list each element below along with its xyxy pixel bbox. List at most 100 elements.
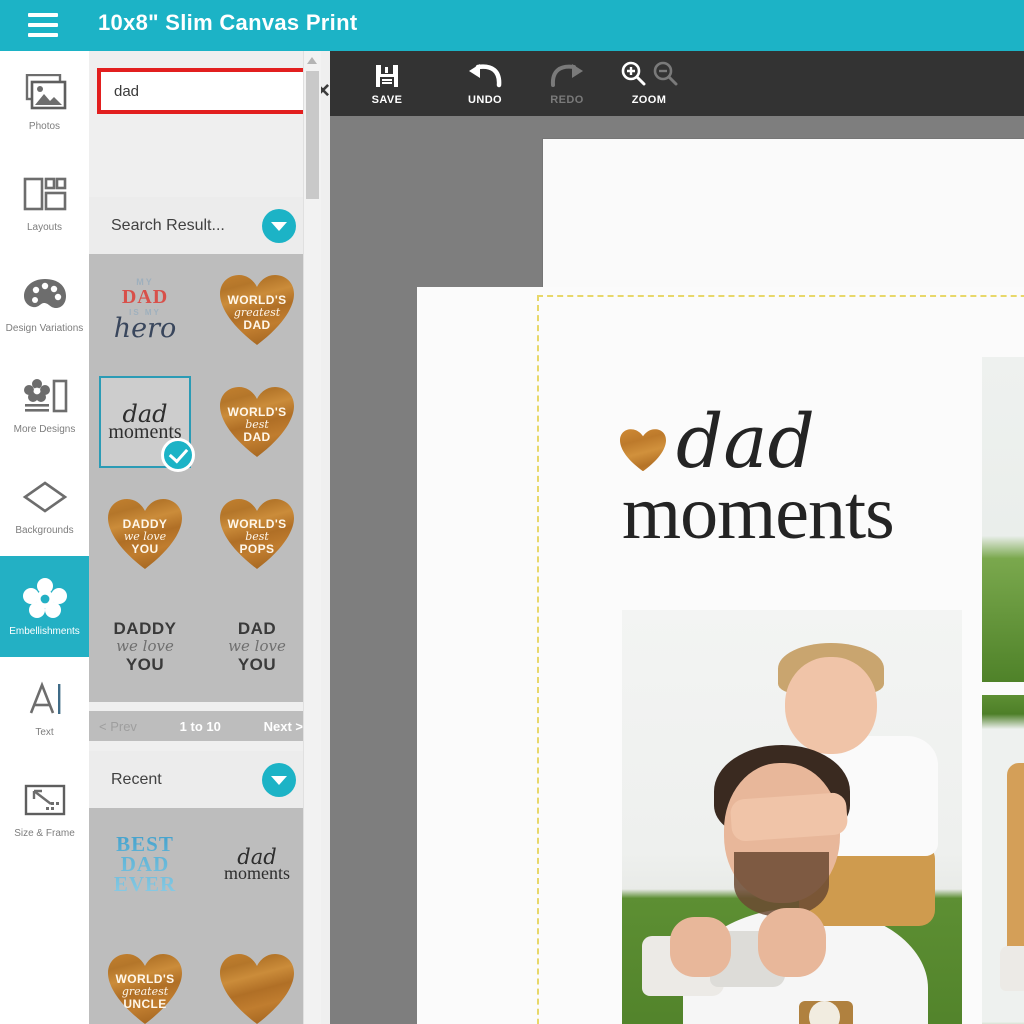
thumb-text: we love <box>123 529 167 543</box>
next-page-button[interactable]: Next > <box>264 719 303 734</box>
panel-scrollbar[interactable] <box>303 51 321 1024</box>
hamburger-menu-icon[interactable] <box>28 13 58 37</box>
embellishment-thumb[interactable]: WORLD'S best POPS <box>201 478 313 590</box>
embellishment-thumb[interactable]: DAD we love YOU <box>201 590 313 702</box>
chevron-down-icon[interactable] <box>262 762 296 797</box>
thumb-text: hero <box>113 313 177 344</box>
wooden-heart-icon: WORLD'S greatest UNCLE <box>108 954 182 1024</box>
thumb-text: YOU <box>237 654 277 674</box>
wooden-heart-icon <box>620 429 666 471</box>
thumb-text: POPS <box>239 541 275 556</box>
sidebar-nav: Photos Layouts Design Variations More De… <box>0 51 90 1024</box>
search-results-title: Search Result... <box>111 216 225 234</box>
embellishment-thumb[interactable]: WORLD'S greatest DAD <box>201 254 313 366</box>
embellishment-thumb[interactable] <box>201 933 313 1024</box>
sidebar-item-size-frame[interactable]: Size & Frame <box>0 758 89 859</box>
text-icon <box>22 678 68 720</box>
photos-icon <box>22 72 68 114</box>
thumb-text: DAD <box>121 286 169 308</box>
thumb-text: DAD <box>243 317 271 332</box>
redo-label: REDO <box>550 93 584 106</box>
thumb-text: greatest <box>121 984 169 998</box>
save-button[interactable]: SAVE <box>352 51 422 116</box>
embellishment-thumb[interactable]: MY DAD IS MY hero <box>89 254 201 366</box>
thumb-text: DADDY <box>122 516 168 531</box>
more-designs-icon <box>22 375 68 417</box>
embellishment-thumb[interactable]: BEST DAD EVER <box>89 808 201 920</box>
wooden-heart-icon: WORLD'S best POPS <box>220 499 294 569</box>
zoom-out-icon[interactable] <box>652 60 678 91</box>
embellishment-thumb-selected[interactable]: dad moments <box>89 366 201 478</box>
sidebar-item-text[interactable]: Text <box>0 657 89 758</box>
sidebar-item-label: Embellishments <box>9 625 80 637</box>
photo-father-and-son[interactable] <box>622 610 962 1024</box>
sidebar-item-label: Design Variations <box>5 322 84 334</box>
thumb-text: BEST <box>116 831 174 856</box>
sidebar-item-label: Text <box>35 726 54 738</box>
search-results-header[interactable]: Search Result... <box>89 197 313 254</box>
embellishment-thumb[interactable]: WORLD'S best DAD <box>201 366 313 478</box>
save-label: SAVE <box>371 93 403 106</box>
embellishment-thumb[interactable]: DADDY we love YOU <box>89 590 201 702</box>
wooden-heart-icon: WORLD'S best DAD <box>220 387 294 457</box>
sidebar-item-backgrounds[interactable]: Backgrounds <box>0 455 89 556</box>
undo-arrow-icon <box>468 62 502 90</box>
embellishment-thumb[interactable]: dad moments <box>201 808 313 920</box>
canvas-design: dad moments <box>537 297 1024 1024</box>
layouts-icon <box>22 173 68 215</box>
scrollbar-thumb[interactable] <box>306 71 319 199</box>
thumb-text: WORLD'S <box>227 516 287 531</box>
selected-check-icon <box>161 438 195 472</box>
hamburger-bar <box>28 13 58 17</box>
wooden-heart-icon <box>220 954 294 1024</box>
diamond-icon <box>22 476 68 518</box>
size-frame-icon <box>22 779 68 821</box>
recent-section-header[interactable]: Recent <box>89 751 313 808</box>
search-input[interactable] <box>101 71 315 111</box>
page-range-label: 1 to 10 <box>179 718 221 734</box>
hamburger-bar <box>28 23 58 27</box>
chevron-down-icon[interactable] <box>262 208 296 243</box>
undo-label: UNDO <box>468 93 502 106</box>
canvas-title-line1: dad <box>676 399 815 485</box>
undo-button[interactable]: UNDO <box>450 51 520 116</box>
redo-button[interactable]: REDO <box>532 51 602 116</box>
sidebar-item-label: Photos <box>28 120 61 132</box>
thumb-text: DAD <box>243 429 271 444</box>
sidebar-item-label: More Designs <box>13 423 76 435</box>
search-highlight-box: ✕ <box>97 68 330 114</box>
flower-icon <box>22 577 68 619</box>
sidebar-item-label: Backgrounds <box>15 524 74 536</box>
photo-child-arms-up[interactable] <box>982 357 1024 682</box>
scroll-up-arrow-icon[interactable] <box>307 57 317 64</box>
embellishment-thumb[interactable]: WORLD'S greatest UNCLE <box>89 933 201 1024</box>
prev-page-button[interactable]: < Prev <box>99 719 137 734</box>
sidebar-item-layouts[interactable]: Layouts <box>0 152 89 253</box>
wooden-heart-icon: DADDY we love YOU <box>108 499 182 569</box>
canvas-title-row[interactable]: dad <box>620 399 815 485</box>
thumb-text: WORLD'S <box>115 971 175 986</box>
thumb-text: best <box>245 529 269 543</box>
floppy-disk-icon <box>374 62 400 90</box>
sidebar-item-embellishments[interactable]: Embellishments <box>0 556 89 657</box>
zoom-in-icon[interactable] <box>620 60 646 91</box>
thumb-text: UNCLE <box>123 996 167 1011</box>
thumb-text: DAD <box>120 851 170 876</box>
recent-section-title: Recent <box>111 770 162 788</box>
sidebar-item-photos[interactable]: Photos <box>0 51 89 152</box>
zoom-controls: ZOOM <box>620 51 678 116</box>
pagination: < Prev 1 to 10 Next > <box>89 711 313 741</box>
thumb-text: DADDY <box>113 618 177 638</box>
photo-child-legs[interactable] <box>982 695 1024 1024</box>
canvas-title-line2: moments <box>622 471 895 555</box>
app-root: 10x8" Slim Canvas Print Photos Layouts D… <box>0 0 1024 1024</box>
sidebar-item-design-variations[interactable]: Design Variations <box>0 253 89 354</box>
hamburger-bar <box>28 33 58 37</box>
embellishment-thumb[interactable]: DADDY we love YOU <box>89 478 201 590</box>
thumb-text: best <box>245 417 269 431</box>
search-results-grid: MY DAD IS MY hero WORLD'S greatest DAD d… <box>89 254 313 702</box>
thumb-text: greatest <box>233 305 281 319</box>
app-header: 10x8" Slim Canvas Print <box>0 0 1024 51</box>
thumb-text: we love <box>116 636 174 655</box>
sidebar-item-more-designs[interactable]: More Designs <box>0 354 89 455</box>
